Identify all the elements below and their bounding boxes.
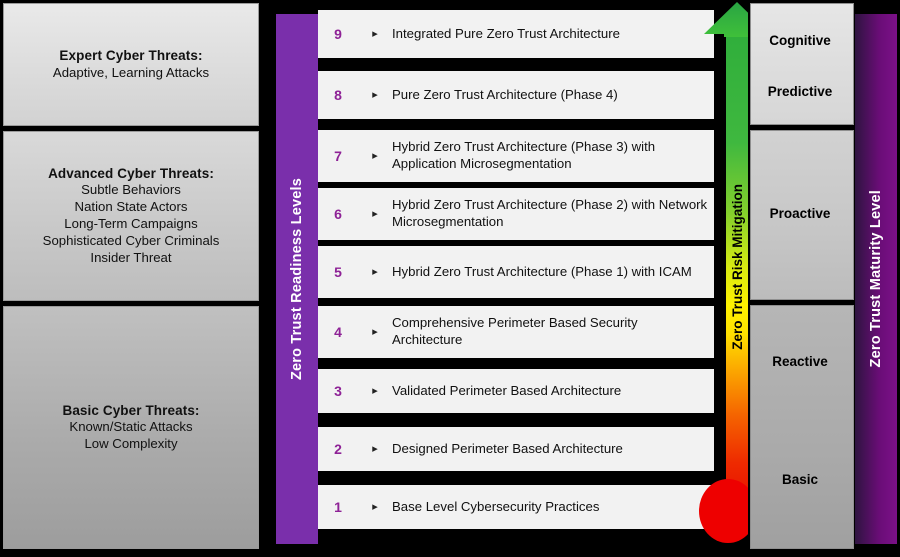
thermometer-label: Zero Trust Risk Mitigation <box>729 184 745 350</box>
threat-band-advanced: Advanced Cyber Threats: Subtle Behaviors… <box>3 131 259 301</box>
level-row[interactable]: 8 ▸ Pure Zero Trust Architecture (Phase 4) <box>318 71 714 119</box>
bullet-icon: ▸ <box>372 265 378 278</box>
zero-trust-maturity-diagram: Expert Cyber Threats: Adaptive, Learning… <box>0 0 900 557</box>
bullet-icon: ▸ <box>372 442 378 455</box>
bullet-icon: ▸ <box>372 27 378 40</box>
maturity-label-proactive: Proactive <box>769 206 831 221</box>
level-number: 7 <box>334 148 342 164</box>
bullet-icon: ▸ <box>372 149 378 162</box>
maturity-label-basic: Basic <box>781 472 819 487</box>
bullet-icon: ▸ <box>372 325 378 338</box>
maturity-label-predictive: Predictive <box>767 84 833 99</box>
level-description: Hybrid Zero Trust Architecture (Phase 1)… <box>392 263 692 279</box>
maturity-band-bottom <box>750 305 854 549</box>
threat-band-advanced-title: Advanced Cyber Threats: <box>48 166 214 182</box>
level-row[interactable]: 4 ▸ Comprehensive Perimeter Based Security… <box>318 306 714 358</box>
level-row[interactable]: 3 ▸ Validated Perimeter Based Architecture <box>318 369 714 413</box>
level-row[interactable]: 2 ▸ Designed Perimeter Based Architecture <box>318 427 714 471</box>
level-number: 1 <box>334 499 342 515</box>
level-number: 4 <box>334 324 342 340</box>
level-number: 9 <box>334 26 342 42</box>
maturity-axis-bar: Zero Trust Maturity Level <box>855 14 897 544</box>
level-description: Pure Zero Trust Architecture (Phase 4) <box>392 86 618 102</box>
readiness-axis-label: Zero Trust Readiness Levels <box>289 177 305 381</box>
threat-line: Adaptive, Learning Attacks <box>52 64 210 80</box>
level-row[interactable]: 1 ▸ Base Level Cybersecurity Practices <box>318 485 714 529</box>
bullet-icon: ▸ <box>372 384 378 397</box>
level-description: Hybrid Zero Trust Architecture (Phase 2)… <box>392 197 708 229</box>
level-number: 5 <box>334 264 342 280</box>
level-description: Base Level Cybersecurity Practices <box>392 498 600 514</box>
level-row[interactable]: 9 ▸ Integrated Pure Zero Trust Architectur… <box>318 10 714 58</box>
readiness-axis-bar: Zero Trust Readiness Levels <box>276 14 318 544</box>
level-number: 3 <box>334 383 342 399</box>
level-number: 6 <box>334 206 342 222</box>
level-number: 8 <box>334 87 342 103</box>
maturity-label-cognitive: Cognitive <box>769 33 831 48</box>
threat-levels-panel: Expert Cyber Threats: Adaptive, Learning… <box>0 0 262 557</box>
level-row[interactable]: 5 ▸ Hybrid Zero Trust Architecture (Phase … <box>318 246 714 298</box>
threat-line: Nation State Actors <box>74 199 188 215</box>
maturity-band-top <box>750 3 854 125</box>
threat-band-basic-lines: Known/Static Attacks Low Complexity <box>62 419 199 453</box>
readiness-levels-column: 9 ▸ Integrated Pure Zero Trust Architectur… <box>318 0 714 557</box>
threat-line: Insider Threat <box>90 249 172 265</box>
threat-band-expert-lines: Adaptive, Learning Attacks <box>53 65 209 82</box>
level-description: Designed Perimeter Based Architecture <box>392 440 623 456</box>
maturity-levels-panel: Cognitive Predictive Proactive Reactive … <box>748 0 856 557</box>
bullet-icon: ▸ <box>372 207 378 220</box>
threat-line: Low Complexity <box>84 436 178 452</box>
bullet-icon: ▸ <box>372 88 378 101</box>
threat-line: Known/Static Attacks <box>69 419 193 435</box>
thermometer-caption: Zero Trust Risk Mitigation <box>726 28 748 506</box>
threat-line: Long-Term Campaigns <box>64 216 198 232</box>
bullet-icon: ▸ <box>372 500 378 513</box>
threat-band-expert: Expert Cyber Threats: Adaptive, Learning… <box>3 3 259 126</box>
level-description: Integrated Pure Zero Trust Architecture <box>392 25 620 41</box>
maturity-label-reactive: Reactive <box>772 354 828 369</box>
level-description: Hybrid Zero Trust Architecture (Phase 3)… <box>392 139 656 171</box>
level-description: Validated Perimeter Based Architecture <box>392 382 622 398</box>
maturity-axis-label: Zero Trust Maturity Level <box>868 190 884 368</box>
level-row[interactable]: 6 ▸ Hybrid Zero Trust Architecture (Phase … <box>318 188 714 240</box>
threat-line: Subtle Behaviors <box>81 182 181 198</box>
level-number: 2 <box>334 441 342 457</box>
threat-band-advanced-lines: Subtle Behaviors Nation State Actors Lon… <box>43 182 220 266</box>
threat-line: Sophisticated Cyber Criminals <box>42 233 220 249</box>
threat-band-expert-title: Expert Cyber Threats: <box>59 48 203 64</box>
level-row[interactable]: 7 ▸ Hybrid Zero Trust Architecture (Phase … <box>318 130 714 182</box>
threat-band-basic-title: Basic Cyber Threats: <box>62 402 200 418</box>
level-description: Comprehensive Perimeter Based Security A… <box>392 315 638 347</box>
threat-band-basic: Basic Cyber Threats: Known/Static Attack… <box>3 306 259 549</box>
